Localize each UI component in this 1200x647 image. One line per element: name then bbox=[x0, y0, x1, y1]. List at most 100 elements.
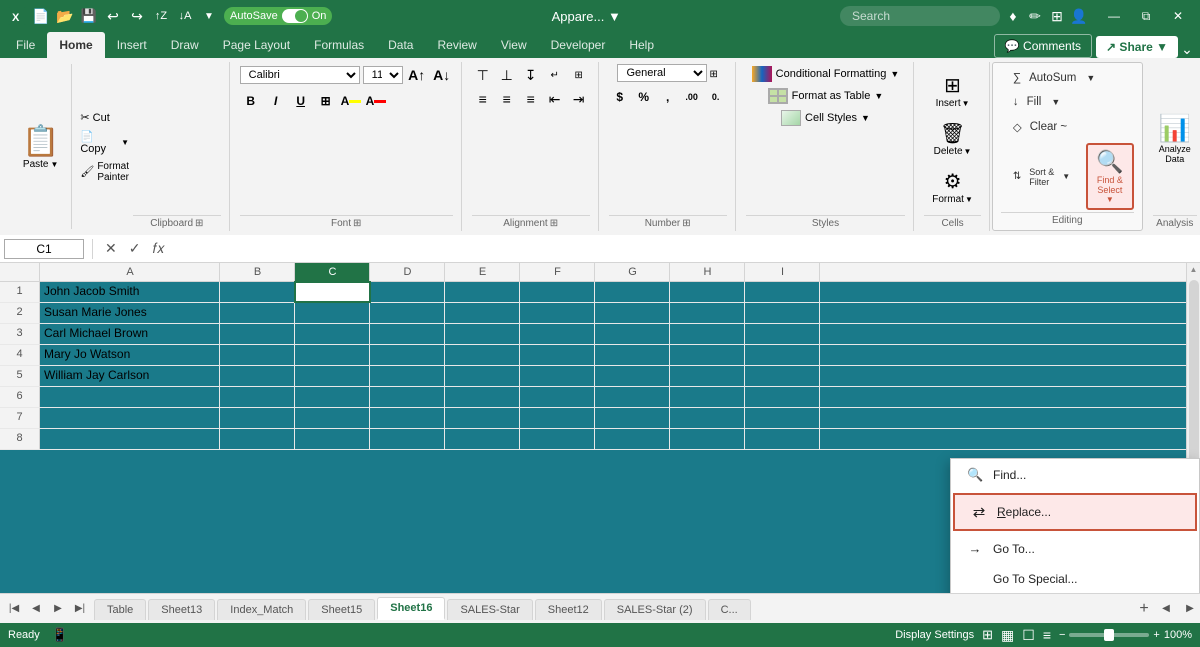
fill-button[interactable]: ↓ Fill ▼ bbox=[1001, 91, 1072, 113]
cell-h4[interactable] bbox=[670, 345, 745, 365]
cell-h2[interactable] bbox=[670, 303, 745, 323]
insert-function-icon[interactable]: 𝑓𝑥 bbox=[148, 240, 168, 257]
formula-input[interactable] bbox=[173, 240, 1196, 258]
font-expand-icon[interactable]: ⊞ bbox=[353, 218, 361, 229]
add-sheet-button[interactable]: + bbox=[1132, 597, 1156, 621]
tab-view[interactable]: View bbox=[489, 32, 539, 58]
currency-button[interactable]: $ bbox=[609, 86, 631, 108]
cell-i3[interactable] bbox=[745, 324, 820, 344]
cell-c2[interactable] bbox=[295, 303, 370, 323]
wrap-text-button[interactable]: ↵ bbox=[544, 64, 566, 86]
cell-b2[interactable] bbox=[220, 303, 295, 323]
col-header-b[interactable]: B bbox=[220, 263, 295, 281]
autosum-button[interactable]: ∑ AutoSum ▼ bbox=[1001, 67, 1107, 89]
cell-b5[interactable] bbox=[220, 366, 295, 386]
cell-d2[interactable] bbox=[370, 303, 445, 323]
save-icon[interactable]: 💾 bbox=[80, 7, 98, 25]
close-button[interactable]: ✕ bbox=[1164, 5, 1192, 27]
number-expand-icon[interactable]: ⊞ bbox=[709, 69, 717, 80]
cell-h7[interactable] bbox=[670, 408, 745, 428]
cell-c3[interactable] bbox=[295, 324, 370, 344]
cell-f2[interactable] bbox=[520, 303, 595, 323]
cell-i7[interactable] bbox=[745, 408, 820, 428]
page-layout-view-icon[interactable]: ☐ bbox=[1022, 627, 1035, 644]
cell-a4[interactable]: Mary Jo Watson bbox=[40, 345, 220, 365]
cell-b3[interactable] bbox=[220, 324, 295, 344]
col-header-f[interactable]: F bbox=[520, 263, 595, 281]
format-cells-button[interactable]: ⚙ Format ▼ bbox=[924, 165, 981, 209]
font-color-button[interactable]: A bbox=[365, 90, 387, 112]
cell-c7[interactable] bbox=[295, 408, 370, 428]
cell-f1[interactable] bbox=[520, 282, 595, 302]
tab-last-icon[interactable]: ▶| bbox=[70, 599, 90, 619]
cell-c1[interactable] bbox=[295, 282, 370, 302]
conditional-formatting-button[interactable]: Conditional Formatting ▼ bbox=[746, 64, 906, 84]
cell-h6[interactable] bbox=[670, 387, 745, 407]
cell-a2[interactable]: Susan Marie Jones bbox=[40, 303, 220, 323]
cell-e2[interactable] bbox=[445, 303, 520, 323]
cell-i1[interactable] bbox=[745, 282, 820, 302]
clear-button[interactable]: ◇ Clear ~ bbox=[1001, 115, 1079, 139]
zoom-out-icon[interactable]: − bbox=[1059, 629, 1065, 641]
align-left-button[interactable]: ≡ bbox=[472, 88, 494, 110]
sheet-tab-c[interactable]: C... bbox=[708, 599, 751, 620]
decrease-decimal-button[interactable]: 0. bbox=[705, 86, 727, 108]
tab-formulas[interactable]: Formulas bbox=[302, 32, 376, 58]
cell-g4[interactable] bbox=[595, 345, 670, 365]
decrease-font-button[interactable]: A↓ bbox=[431, 64, 453, 86]
cell-e3[interactable] bbox=[445, 324, 520, 344]
cell-d5[interactable] bbox=[370, 366, 445, 386]
percent-button[interactable]: % bbox=[633, 86, 655, 108]
cell-b7[interactable] bbox=[220, 408, 295, 428]
diamond-icon[interactable]: ♦ bbox=[1004, 7, 1022, 25]
cell-h3[interactable] bbox=[670, 324, 745, 344]
col-header-g[interactable]: G bbox=[595, 263, 670, 281]
display-settings-label[interactable]: Display Settings bbox=[895, 629, 974, 641]
cell-d1[interactable] bbox=[370, 282, 445, 302]
tab-prev-icon[interactable]: ◀ bbox=[26, 599, 46, 619]
cell-a1[interactable]: John Jacob Smith bbox=[40, 282, 220, 302]
cell-g6[interactable] bbox=[595, 387, 670, 407]
more-commands-icon[interactable]: ▼ bbox=[200, 7, 218, 25]
page-break-view-icon[interactable]: ≡ bbox=[1043, 627, 1051, 643]
user-icon[interactable]: 👤 bbox=[1070, 7, 1088, 25]
tab-next-icon[interactable]: ▶ bbox=[48, 599, 68, 619]
tab-comments[interactable]: 💬 Comments bbox=[994, 34, 1092, 58]
cell-d6[interactable] bbox=[370, 387, 445, 407]
cell-i4[interactable] bbox=[745, 345, 820, 365]
name-box[interactable] bbox=[4, 239, 84, 259]
cell-a7[interactable] bbox=[40, 408, 220, 428]
undo-icon[interactable]: ↩ bbox=[104, 7, 122, 25]
col-header-i[interactable]: I bbox=[745, 263, 820, 281]
cell-e4[interactable] bbox=[445, 345, 520, 365]
cell-d8[interactable] bbox=[370, 429, 445, 449]
col-header-e[interactable]: E bbox=[445, 263, 520, 281]
sheet-scroll-left-icon[interactable]: ◀ bbox=[1156, 599, 1176, 619]
cell-i5[interactable] bbox=[745, 366, 820, 386]
tab-data[interactable]: Data bbox=[376, 32, 425, 58]
tab-help[interactable]: Help bbox=[617, 32, 666, 58]
cell-i8[interactable] bbox=[745, 429, 820, 449]
tab-file[interactable]: File bbox=[4, 32, 47, 58]
col-header-c[interactable]: C bbox=[295, 263, 370, 281]
tab-home[interactable]: Home bbox=[47, 32, 104, 58]
fill-color-button[interactable]: A bbox=[340, 90, 362, 112]
increase-font-button[interactable]: A↑ bbox=[406, 64, 428, 86]
zoom-in-icon[interactable]: + bbox=[1153, 629, 1159, 641]
redo-icon[interactable]: ↪ bbox=[128, 7, 146, 25]
cell-d3[interactable] bbox=[370, 324, 445, 344]
font-family-select[interactable]: Calibri bbox=[240, 66, 360, 84]
cell-b6[interactable] bbox=[220, 387, 295, 407]
font-size-select[interactable]: 11 bbox=[363, 66, 403, 84]
tab-share[interactable]: ↗ Share ▼ bbox=[1096, 36, 1178, 58]
tab-draw[interactable]: Draw bbox=[159, 32, 211, 58]
align-right-button[interactable]: ≡ bbox=[520, 88, 542, 110]
cell-f6[interactable] bbox=[520, 387, 595, 407]
sheet-tab-sheet12[interactable]: Sheet12 bbox=[535, 599, 602, 620]
cell-b4[interactable] bbox=[220, 345, 295, 365]
cell-f8[interactable] bbox=[520, 429, 595, 449]
sheet-tab-sheet15[interactable]: Sheet15 bbox=[308, 599, 375, 620]
scroll-up-icon[interactable]: ▲ bbox=[1190, 263, 1198, 276]
col-header-h[interactable]: H bbox=[670, 263, 745, 281]
indent-dec-button[interactable]: ⇤ bbox=[544, 88, 566, 110]
